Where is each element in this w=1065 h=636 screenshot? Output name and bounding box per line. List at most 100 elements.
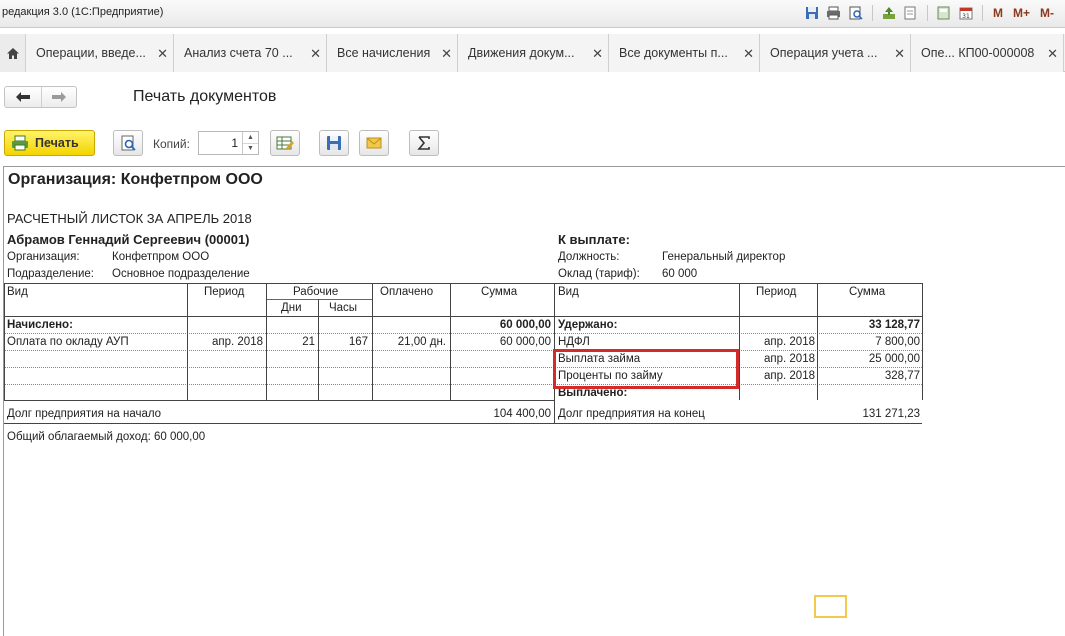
tab-account-70[interactable]: Анализ счета 70 ... ✕ xyxy=(174,34,327,72)
forward-button[interactable] xyxy=(40,87,77,107)
close-icon[interactable]: ✕ xyxy=(894,46,905,62)
withholding-period: апр. 2018 xyxy=(764,353,815,365)
memory-button[interactable]: M xyxy=(990,6,1006,20)
accrual-vid: Оплата по окладу АУП xyxy=(7,336,129,348)
withholding-period: апр. 2018 xyxy=(764,370,815,382)
accrued-label: Начислено: xyxy=(7,319,73,331)
copies-label: Копий: xyxy=(153,137,190,151)
floppy-icon xyxy=(327,136,341,150)
save-button[interactable] xyxy=(319,130,349,156)
debt-end-label: Долг предприятия на конец xyxy=(558,408,705,420)
calendar-icon[interactable]: 31 xyxy=(957,4,975,22)
page-title: Печать документов xyxy=(133,88,277,105)
header-working: Рабочие xyxy=(293,286,339,298)
svg-text:31: 31 xyxy=(962,13,970,20)
chevron-down-icon[interactable]: ▼ xyxy=(243,142,258,155)
arrow-right-icon xyxy=(51,92,66,102)
header-sum: Сумма xyxy=(481,286,518,298)
debt-start-value: 104 400,00 xyxy=(493,408,551,420)
document-icon[interactable] xyxy=(902,4,920,22)
tab-home[interactable] xyxy=(0,34,26,72)
print-button[interactable]: Печать xyxy=(4,130,95,156)
dept-label: Подразделение: xyxy=(7,268,94,280)
separator xyxy=(871,5,873,21)
accrual-period: апр. 2018 xyxy=(212,336,263,348)
save-icon[interactable] xyxy=(803,4,821,22)
org-label: Организация: xyxy=(7,251,80,263)
salary-label: Оклад (тариф): xyxy=(558,268,640,280)
org-title: Организация: Конфетпром ООО xyxy=(8,171,263,188)
memory-plus-button[interactable]: M+ xyxy=(1010,6,1033,20)
tab-all-documents[interactable]: Все документы п... ✕ xyxy=(609,34,760,72)
position-value: Генеральный директор xyxy=(662,251,786,263)
home-icon xyxy=(6,47,19,59)
envelope-icon xyxy=(366,137,382,149)
close-icon[interactable]: ✕ xyxy=(743,46,754,62)
calculator-icon[interactable] xyxy=(935,4,953,22)
memory-minus-button[interactable]: M- xyxy=(1037,6,1057,20)
header-vid-withheld: Вид xyxy=(558,286,579,298)
withholding-period: апр. 2018 xyxy=(764,336,815,348)
header-period: Период xyxy=(204,286,245,298)
separator xyxy=(981,5,983,21)
sigma-icon xyxy=(417,136,430,150)
close-icon[interactable]: ✕ xyxy=(441,46,452,62)
taxable-income: Общий облагаемый доход: 60 000,00 xyxy=(7,431,206,443)
close-icon[interactable]: ✕ xyxy=(592,46,603,62)
magnifier-icon xyxy=(121,135,136,151)
accrual-days: 21 xyxy=(302,336,315,348)
withheld-label: Удержано: xyxy=(558,319,618,331)
position-label: Должность: xyxy=(558,251,620,263)
debt-start-label: Долг предприятия на начало xyxy=(7,408,162,420)
chevron-up-icon[interactable]: ▲ xyxy=(243,132,258,143)
close-icon[interactable]: ✕ xyxy=(310,46,321,62)
preview-icon[interactable] xyxy=(847,4,865,22)
salary-value: 60 000 xyxy=(662,268,698,280)
send-email-button[interactable] xyxy=(359,130,389,156)
edit-table-button[interactable] xyxy=(270,130,300,156)
copies-input[interactable]: 1 ▲ ▼ xyxy=(198,131,259,155)
printer-icon xyxy=(12,135,28,151)
close-icon[interactable]: ✕ xyxy=(1047,46,1058,62)
header-period-withheld: Период xyxy=(756,286,797,298)
back-button[interactable] xyxy=(5,87,41,107)
print-button-label: Печать xyxy=(35,136,79,150)
header-hours: Часы xyxy=(329,302,358,314)
sum-button[interactable] xyxy=(409,130,439,156)
window-title: редакция 3.0 (1С:Предприятие) xyxy=(2,6,164,18)
to-pay-label: К выплате: xyxy=(558,232,630,247)
tab-all-accruals[interactable]: Все начисления ✕ xyxy=(327,34,458,72)
sheet-title: РАСЧЕТНЫЙ ЛИСТОК ЗА АПРЕЛЬ 2018 xyxy=(7,211,252,226)
tab-bar: Операции, введе... ✕ Анализ счета 70 ... ✕… xyxy=(0,34,1065,72)
upload-icon[interactable] xyxy=(880,4,898,22)
selected-cell[interactable] xyxy=(814,595,847,618)
highlight-box xyxy=(553,349,739,389)
header-sum-withheld: Сумма xyxy=(849,286,886,298)
tab-operations[interactable]: Операции, введе... ✕ xyxy=(26,34,174,72)
tab-document-movements[interactable]: Движения докум... ✕ xyxy=(458,34,609,72)
separator xyxy=(926,5,928,21)
tab-operation-kp00[interactable]: Опе... КП00-000008 ✕ xyxy=(911,34,1064,72)
accrued-total: 60 000,00 xyxy=(499,319,551,331)
print-icon[interactable] xyxy=(825,4,843,22)
header-days: Дни xyxy=(281,302,302,314)
preview-button[interactable] xyxy=(113,130,143,156)
history-navigation xyxy=(4,86,77,108)
debt-end-value: 131 271,23 xyxy=(862,408,920,420)
header-vid: Вид xyxy=(7,286,28,298)
copies-stepper[interactable]: ▲ ▼ xyxy=(242,132,258,154)
withholding-sum: 328,77 xyxy=(884,370,920,382)
title-bar-tools: 31 M M+ M- xyxy=(803,4,1057,22)
copies-value[interactable]: 1 xyxy=(199,132,242,154)
employee-name: Абрамов Геннадий Сергеевич (00001) xyxy=(7,232,250,247)
tab-operation-accounting[interactable]: Операция учета ... ✕ xyxy=(760,34,911,72)
accrual-sum: 60 000,00 xyxy=(499,336,551,348)
header-paid: Оплачено xyxy=(380,286,434,298)
withholding-vid: НДФЛ xyxy=(558,336,590,348)
withholding-sum: 7 800,00 xyxy=(875,336,920,348)
accrual-paid: 21,00 дн. xyxy=(397,336,446,348)
accrual-hours: 167 xyxy=(348,336,368,348)
withheld-total: 33 128,77 xyxy=(868,319,920,331)
close-icon[interactable]: ✕ xyxy=(157,46,168,62)
dept-value: Основное подразделение xyxy=(112,268,250,280)
